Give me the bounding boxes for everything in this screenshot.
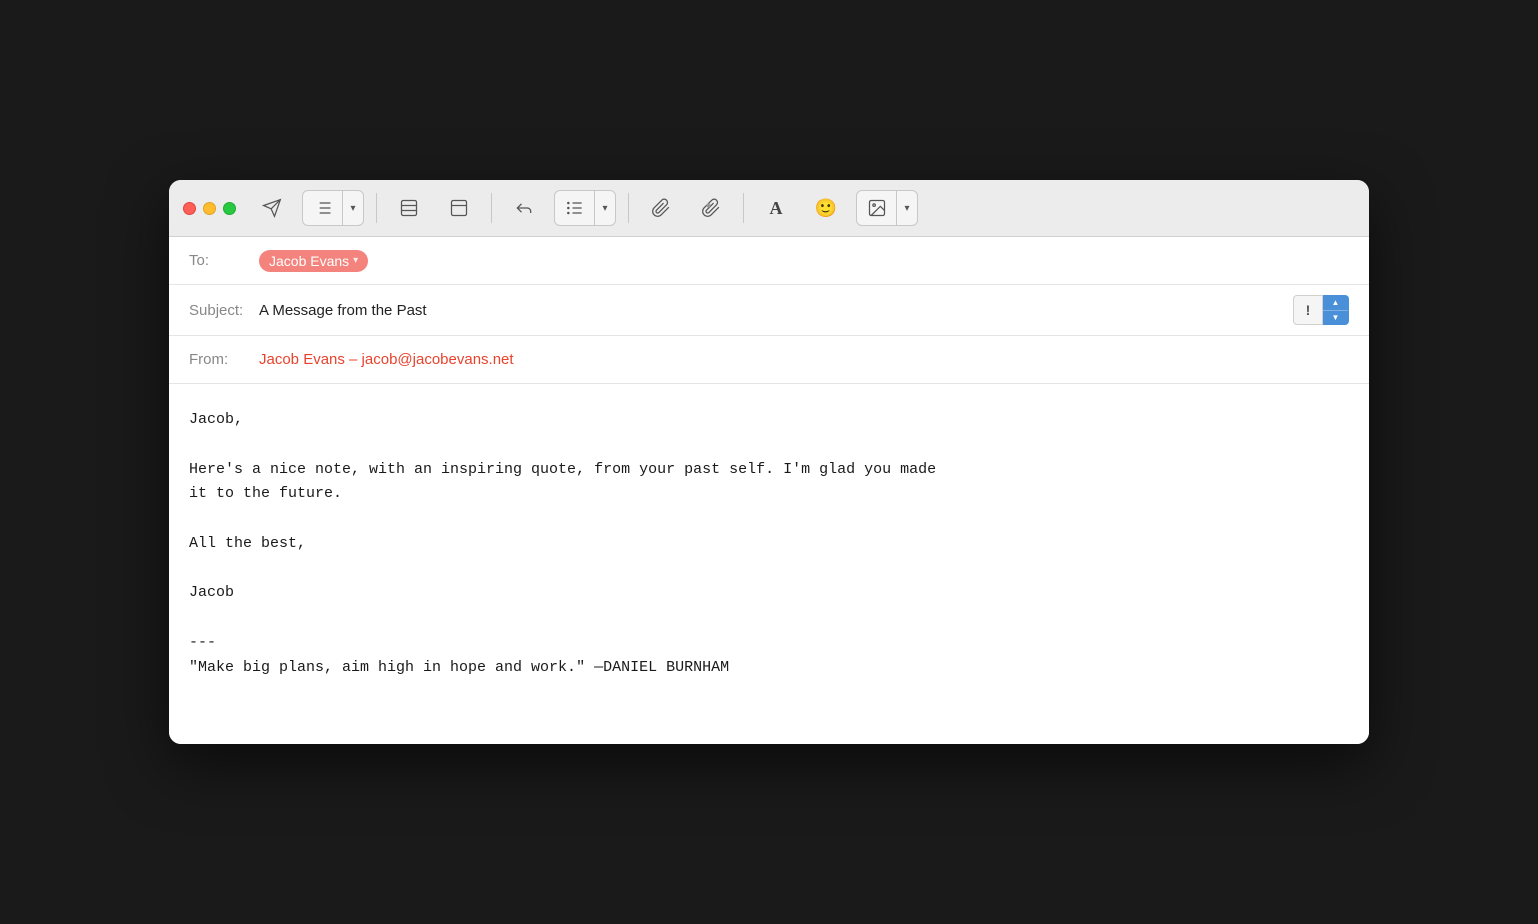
priority-button[interactable]: ! — [1293, 295, 1323, 325]
from-value[interactable]: Jacob Evans – jacob@jacobevans.net — [259, 351, 514, 368]
reply-icon — [514, 198, 534, 218]
from-label: From: — [189, 351, 259, 368]
list-style-icon — [565, 198, 585, 218]
insert-image-icon — [867, 198, 887, 218]
subject-value[interactable]: A Message from the Past — [259, 302, 1293, 319]
from-field-row: From: Jacob Evans – jacob@jacobevans.net — [169, 336, 1369, 384]
separator-1 — [376, 193, 377, 223]
list-icon — [313, 198, 333, 218]
insert-image-chevron[interactable]: ▾ — [897, 191, 917, 225]
recipient-name: Jacob Evans — [269, 253, 349, 269]
recipient-chip[interactable]: Jacob Evans ▾ — [259, 250, 368, 272]
show-headers-button[interactable] — [389, 191, 429, 225]
traffic-lights — [183, 202, 236, 215]
reply-button[interactable] — [504, 191, 544, 225]
to-label: To: — [189, 252, 259, 269]
separator-2 — [491, 193, 492, 223]
insert-image-button[interactable] — [857, 191, 897, 225]
list-format-chevron[interactable]: ▾ — [343, 191, 363, 225]
minimize-button[interactable] — [203, 202, 216, 215]
list-style-group: ▾ — [554, 190, 616, 226]
attach-icon — [651, 198, 671, 218]
attach-photo-icon — [701, 198, 721, 218]
toolbar: ▾ — [169, 180, 1369, 237]
subject-field-row: Subject: A Message from the Past ! ▲ ▼ — [169, 285, 1369, 336]
subject-label: Subject: — [189, 302, 259, 319]
priority-stepper-group: ! ▲ ▼ — [1293, 295, 1349, 325]
maximize-button[interactable] — [223, 202, 236, 215]
to-field-row: To: Jacob Evans ▾ — [169, 237, 1369, 285]
list-style-chevron[interactable]: ▾ — [595, 191, 615, 225]
close-button[interactable] — [183, 202, 196, 215]
send-button[interactable] — [252, 191, 292, 225]
list-format-button[interactable] — [303, 191, 343, 225]
stepper-control[interactable]: ▲ ▼ — [1323, 295, 1349, 325]
separator-3 — [628, 193, 629, 223]
mail-compose-window: ▾ — [169, 180, 1369, 744]
attach-photo-button[interactable] — [691, 191, 731, 225]
body-content[interactable]: Jacob, Here's a nice note, with an inspi… — [189, 408, 1349, 680]
hide-headers-icon — [449, 198, 469, 218]
stepper-down[interactable]: ▼ — [1323, 311, 1348, 325]
body-area[interactable]: Jacob, Here's a nice note, with an inspi… — [169, 384, 1369, 744]
stepper-up[interactable]: ▲ — [1323, 296, 1348, 311]
compose-area: To: Jacob Evans ▾ Subject: A Message fro… — [169, 237, 1369, 744]
separator-4 — [743, 193, 744, 223]
list-format-group: ▾ — [302, 190, 364, 226]
emoji-button[interactable]: 🙂 — [806, 191, 846, 225]
font-button[interactable]: A — [756, 191, 796, 225]
hide-headers-button[interactable] — [439, 191, 479, 225]
attach-file-button[interactable] — [641, 191, 681, 225]
list-style-button[interactable] — [555, 191, 595, 225]
show-headers-icon — [399, 198, 419, 218]
send-icon — [262, 198, 282, 218]
insert-image-group: ▾ — [856, 190, 918, 226]
recipient-chevron: ▾ — [353, 255, 358, 266]
